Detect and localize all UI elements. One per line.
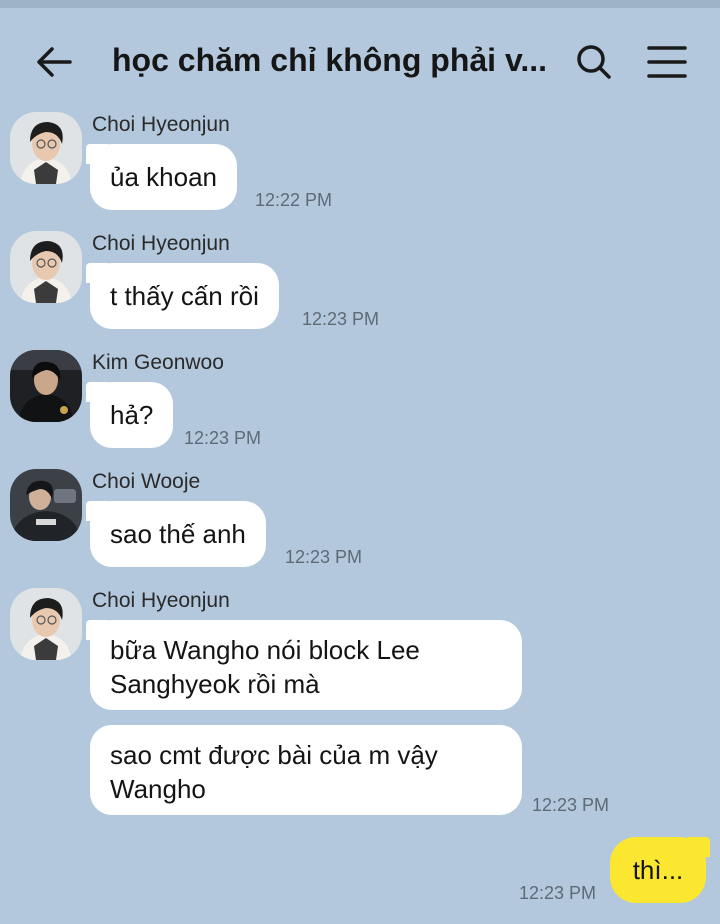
arrow-left-icon	[37, 47, 72, 77]
message-line: sao cmt được bài của m vậy	[110, 740, 438, 770]
message-time: 12:23 PM	[285, 547, 363, 567]
message-time: 12:23 PM	[302, 309, 380, 329]
avatar-kim-geonwoo[interactable]	[10, 350, 82, 422]
avatar-choi-hyeonjun[interactable]	[10, 588, 82, 660]
message-bubble[interactable]: ủa khoan	[86, 144, 237, 210]
my-message-time: 12:23 PM	[519, 883, 597, 903]
chat-title: học chăm chỉ không phải v...	[112, 42, 548, 78]
hamburger-menu-icon	[647, 46, 687, 78]
sender-name: Choi Hyeonjun	[92, 232, 230, 255]
sender-name: Choi Hyeonjun	[92, 589, 230, 612]
message-time: 12:23 PM	[532, 795, 610, 815]
menu-button[interactable]	[640, 38, 694, 86]
sender-name: Choi Wooje	[92, 470, 201, 493]
avatar-photo	[10, 231, 82, 303]
avatar-photo	[10, 469, 82, 541]
message-bubble[interactable]: bữa Wangho nói block Lee Sanghyeok rồi m…	[86, 620, 522, 710]
message-time: 12:22 PM	[255, 190, 333, 210]
avatar-photo	[10, 112, 82, 184]
back-button[interactable]	[30, 38, 78, 86]
search-button[interactable]	[570, 38, 618, 86]
message-line: Sanghyeok rồi mà	[110, 669, 320, 699]
message-line: bữa Wangho nói block Lee	[110, 635, 420, 665]
avatar-choi-wooje[interactable]	[10, 469, 82, 541]
sender-name: Choi Hyeonjun	[92, 113, 230, 136]
avatar-choi-hyeonjun[interactable]	[10, 112, 82, 184]
status-bar	[0, 0, 720, 8]
sender-name: Kim Geonwoo	[92, 351, 224, 374]
message-bubble[interactable]: hả?	[85, 382, 174, 448]
message-bubble[interactable]: sao thế anh	[86, 501, 266, 567]
search-icon	[577, 45, 611, 79]
my-message-bubble[interactable]: thì...	[610, 837, 710, 903]
avatar-choi-hyeonjun[interactable]	[10, 231, 82, 303]
message-line: Wangho	[110, 774, 206, 804]
message-bubble[interactable]: t thấy cấn rồi	[86, 263, 279, 329]
avatar-photo	[10, 350, 82, 422]
message-bubble[interactable]: sao cmt được bài của m vậy Wangho	[90, 725, 522, 815]
message-time: 12:23 PM	[184, 428, 262, 448]
avatar-photo	[10, 588, 82, 660]
chat-header: học chăm chỉ không phải v...	[0, 8, 720, 100]
